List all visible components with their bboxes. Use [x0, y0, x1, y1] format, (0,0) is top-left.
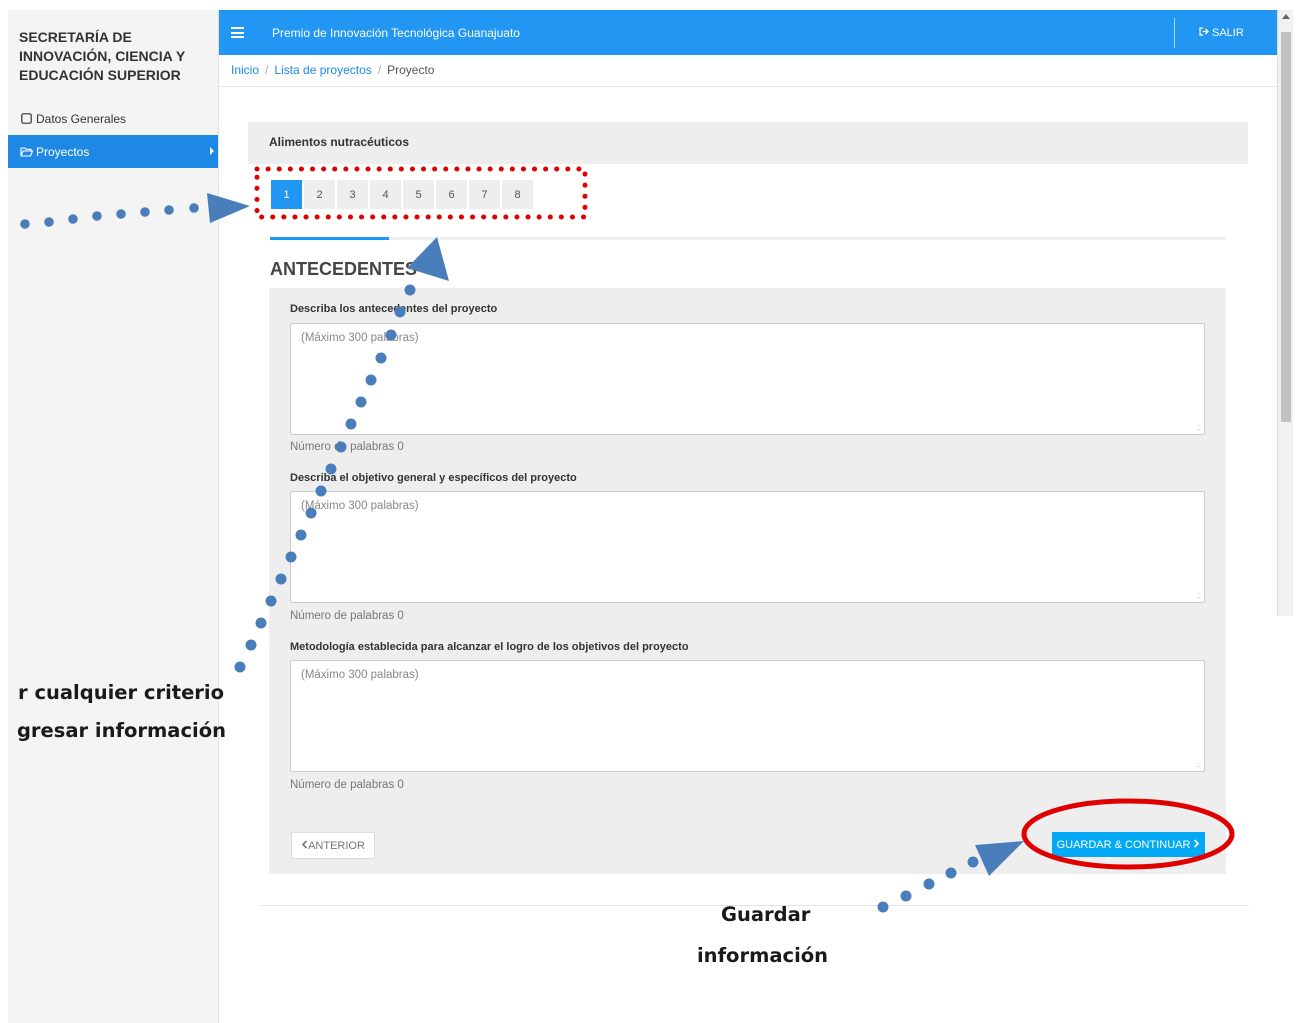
annotation-bottom-line1: Guardar	[721, 903, 811, 926]
save-button-highlight	[1021, 798, 1235, 870]
annotation-bottom-line2: información	[697, 944, 829, 967]
bottom-dotted-arrow	[877, 841, 1024, 913]
left-dotted-arrow	[20, 193, 250, 229]
step-tabs-highlight	[254, 166, 588, 220]
annotation-overlay	[20, 166, 1235, 913]
annotation-left-line2: gresar información	[16, 719, 226, 742]
annotation-left-line1: r cualquier criterio	[18, 681, 224, 704]
diagonal-dotted-arrow	[234, 237, 449, 673]
